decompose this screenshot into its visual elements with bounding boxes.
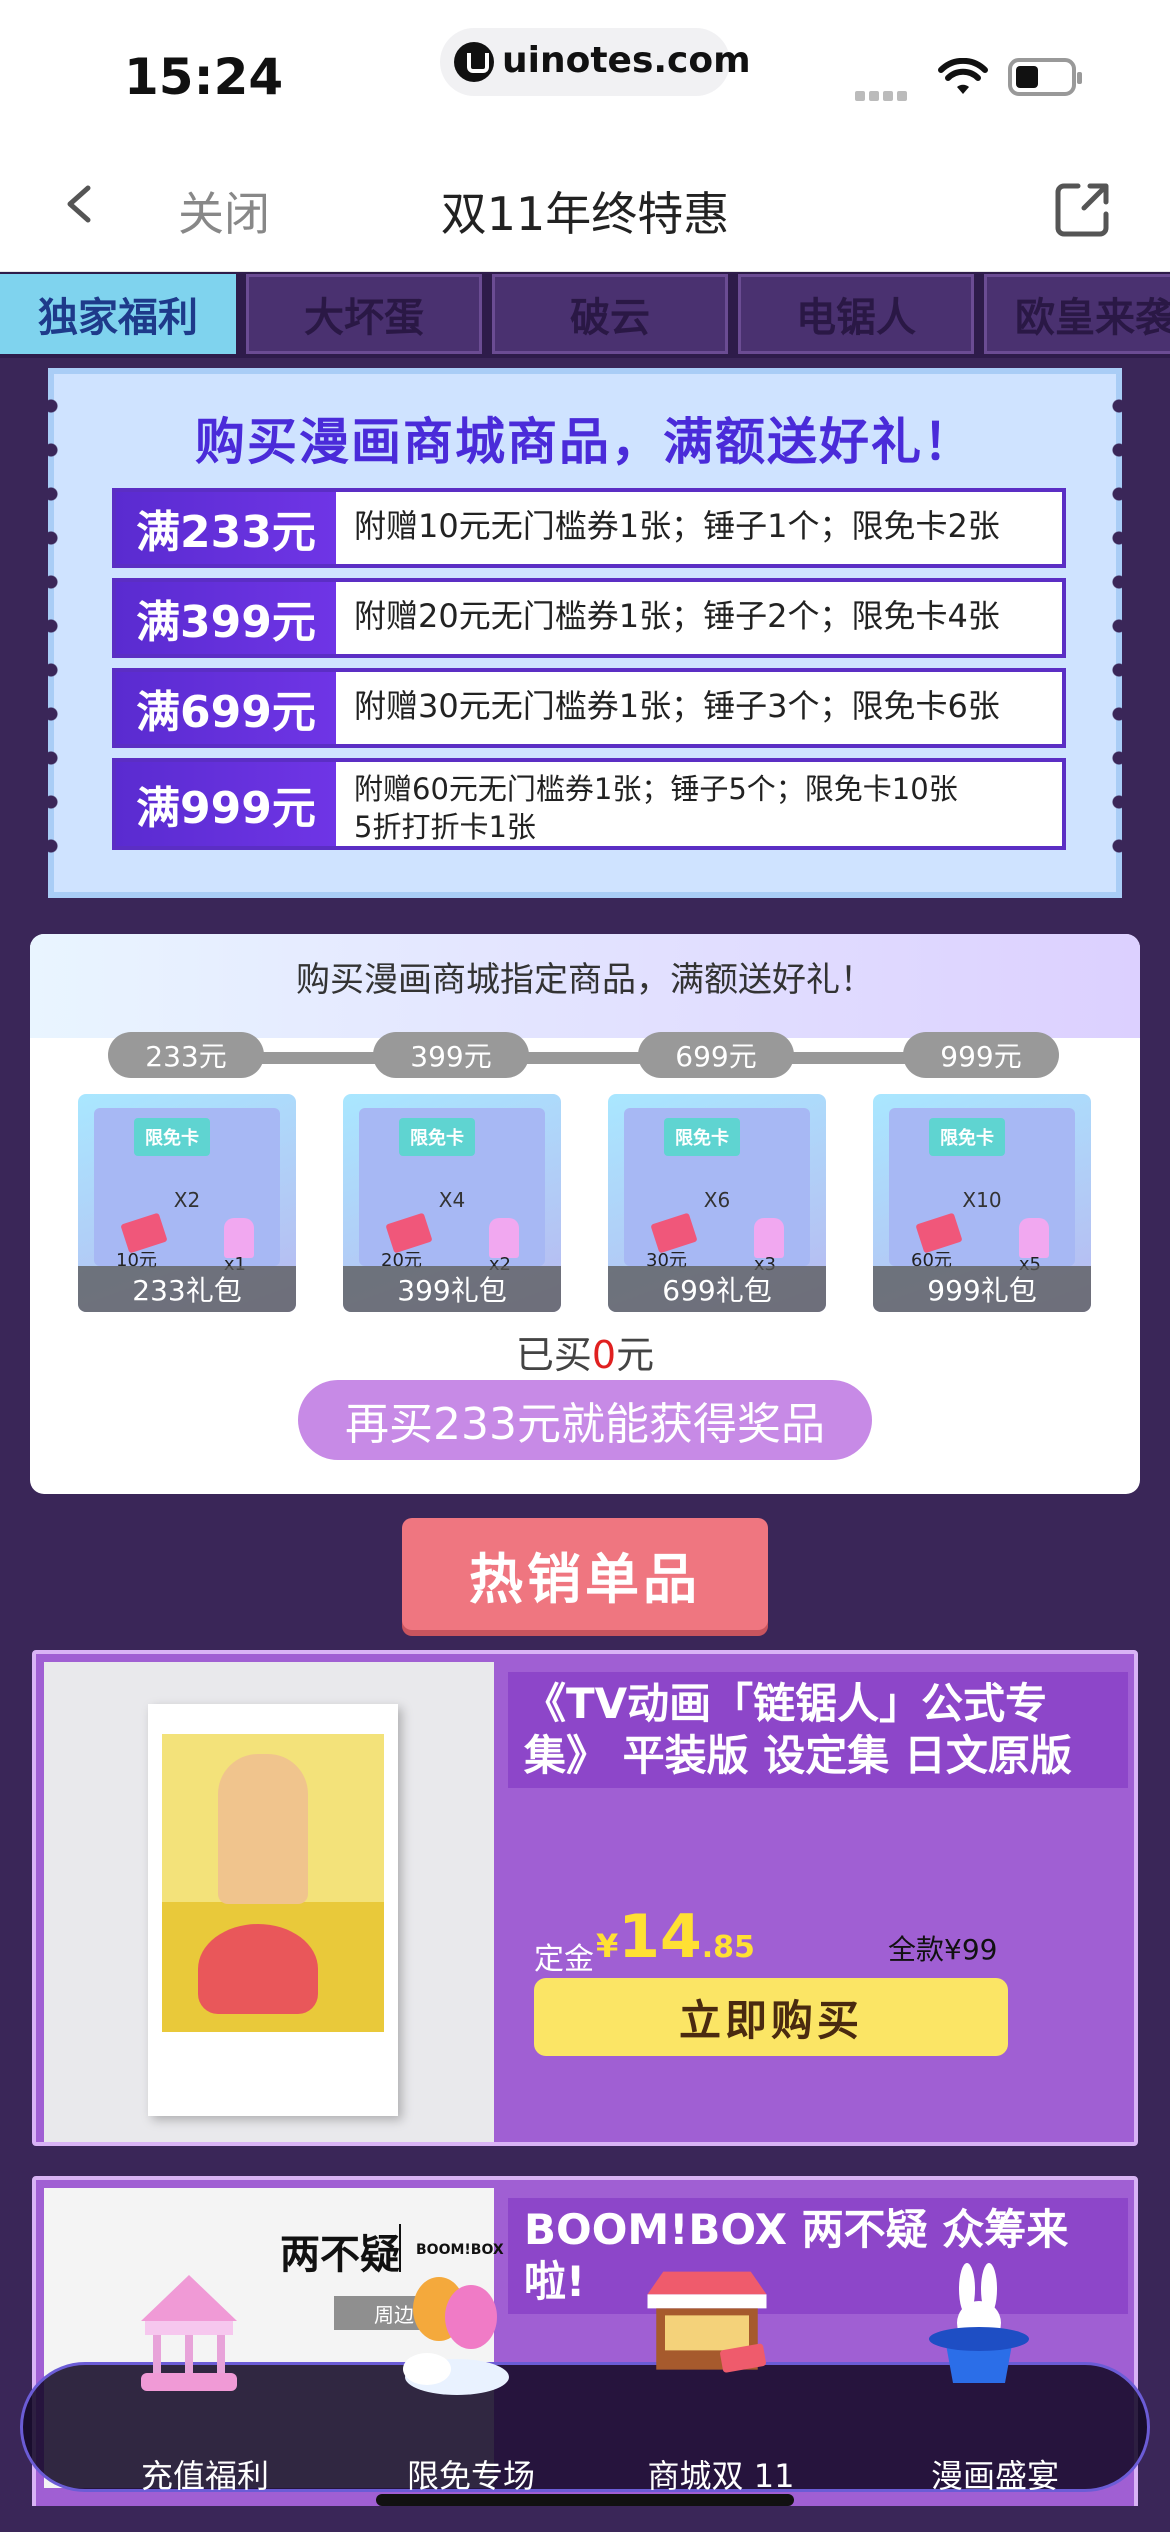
tier-row: 满399元 附赠20元无门槛券1张；锤子2个；限免卡4张	[112, 578, 1066, 658]
tier-text: 附赠60元无门槛券1张；锤子5个；限免卡10张 5折打折卡1张	[354, 770, 1052, 846]
chainsaw-dog-figure	[198, 1924, 318, 2014]
deposit-label: 定金	[534, 1942, 594, 1977]
bottom-tab-free-zone[interactable]: 限免专场	[351, 2451, 591, 2497]
magic-hat-icon[interactable]	[909, 2259, 1049, 2399]
price-decimal: .85	[701, 1930, 755, 1965]
pack-image: 限免卡 X10	[889, 1108, 1075, 1266]
product-image[interactable]	[44, 1662, 494, 2142]
character-figure	[218, 1754, 308, 1904]
tier-text: 附赠10元无门槛券1张；锤子1个；限免卡2张	[354, 507, 1000, 545]
free-card-icon: 限免卡	[399, 1118, 475, 1156]
hammer-icon	[224, 1218, 254, 1258]
bought-suffix: 元	[616, 1333, 655, 1377]
pack-label: 699礼包	[608, 1266, 826, 1312]
carousel-icon[interactable]	[119, 2265, 259, 2405]
nav-bar: 关闭 双11年终特惠	[0, 140, 1170, 272]
page-title: 双11年终特惠	[440, 187, 730, 241]
progress-line	[170, 1052, 1000, 1064]
bought-prefix: 已买	[515, 1333, 592, 1377]
shop-stall-icon[interactable]	[637, 2255, 777, 2395]
free-card-icon: 限免卡	[929, 1118, 1005, 1156]
tier-row: 满999元 附赠60元无门槛券1张；锤子5个；限免卡10张 5折打折卡1张	[112, 758, 1066, 850]
gift-title: 购买漫画商城指定商品，满额送好礼！	[296, 960, 874, 1000]
product-title[interactable]: 《TV动画「链锯人」公式专集》 平装版 设定集 日文原版	[508, 1672, 1128, 1788]
buy-now-button[interactable]: 立即购买	[534, 1978, 1008, 2056]
full-price: 全款¥99	[888, 1933, 998, 1966]
pack-label: 233礼包	[78, 1266, 296, 1312]
bottom-tab-bar: 充值福利 限免专场 商城双 11 漫画盛宴	[20, 2263, 1150, 2495]
tier-amount: 满699元	[116, 672, 336, 744]
hammer-icon	[754, 1218, 784, 1258]
category-tabs: 独家福利 大坏蛋 破云 电锯人 欧皇来袭	[0, 272, 1170, 358]
boombox-logo: BOOM!BOX	[416, 2242, 504, 2258]
brand-logo: 两不疑	[280, 2232, 400, 2278]
wifi-icon	[938, 58, 988, 94]
tier-text: 附赠30元无门槛券1张；锤子3个；限免卡6张	[354, 687, 1000, 725]
pack-multiplier: X6	[703, 1188, 731, 1212]
tier-amount: 满399元	[116, 582, 336, 654]
level-pill: 399元	[373, 1032, 529, 1078]
hammer-icon	[1019, 1218, 1049, 1258]
tier-amount: 满999元	[116, 762, 336, 846]
home-indicator	[376, 2494, 794, 2506]
price-currency: ¥	[596, 1927, 619, 1965]
pack-label: 399礼包	[343, 1266, 561, 1312]
tier-text-line: 附赠60元无门槛券1张；锤子5个；限免卡10张	[354, 772, 958, 806]
pack-image: 限免卡 X4	[359, 1108, 545, 1266]
tab-chainsaw-man[interactable]: 电锯人	[738, 274, 974, 354]
share-icon[interactable]	[1054, 180, 1112, 238]
deposit-price: ¥14.85	[596, 1902, 755, 1972]
gift-progress-card: 购买漫画商城指定商品，满额送好礼！ 233元 399元 699元 999元 限免…	[30, 934, 1140, 1494]
pack-multiplier: X4	[438, 1188, 466, 1212]
bottom-tab-mall-double-11[interactable]: 商城双 11	[601, 2451, 841, 2497]
gift-pack[interactable]: 限免卡 X10 60元 x5 999礼包	[873, 1094, 1091, 1312]
bought-amount: 已买0元	[30, 1324, 1140, 1379]
bottom-tab-recharge[interactable]: 充值福利	[85, 2451, 325, 2497]
tab-po-yun[interactable]: 破云	[492, 274, 728, 354]
free-card-icon: 限免卡	[134, 1118, 210, 1156]
gift-pack[interactable]: 限免卡 X6 30元 x3 699礼包	[608, 1094, 826, 1312]
free-card-icon: 限免卡	[664, 1118, 740, 1156]
pack-image: 限免卡 X2	[94, 1108, 280, 1266]
remaining-amount-pill[interactable]: 再买233元就能获得奖品	[298, 1380, 872, 1460]
balloon-icon[interactable]	[387, 2265, 527, 2405]
tab-big-bad-egg[interactable]: 大坏蛋	[246, 274, 482, 354]
status-bar: 15:24 uinotes.com	[0, 0, 1170, 140]
bottom-tab-comic-feast[interactable]: 漫画盛宴	[875, 2451, 1115, 2497]
product-card[interactable]: 《TV动画「链锯人」公式专集》 平装版 设定集 日文原版 定金 ¥14.85 全…	[32, 1650, 1138, 2146]
signal-icon	[855, 86, 915, 101]
hot-items-banner: 热销单品	[402, 1518, 768, 1630]
tier-row: 满233元 附赠10元无门槛券1张；锤子1个；限免卡2张	[112, 488, 1066, 568]
tier-text: 附赠20元无门槛券1张；锤子2个；限免卡4张	[354, 597, 1000, 635]
bought-value: 0	[591, 1333, 617, 1377]
hammer-icon	[489, 1218, 519, 1258]
promo-title: 购买漫画商城商品，满额送好礼！	[195, 413, 975, 471]
gift-header: 购买漫画商城指定商品，满额送好礼！	[30, 934, 1140, 1038]
gift-pack[interactable]: 限免卡 X4 20元 x2 399礼包	[343, 1094, 561, 1312]
tab-lucky-draw[interactable]: 欧皇来袭	[984, 274, 1170, 354]
tab-exclusive-benefits[interactable]: 独家福利	[0, 274, 236, 354]
tier-text-line: 5折打折卡1张	[354, 810, 536, 844]
battery-icon	[1008, 58, 1082, 96]
pack-label: 999礼包	[873, 1266, 1091, 1312]
tier-row: 满699元 附赠30元无门槛券1张；锤子3个；限免卡6张	[112, 668, 1066, 748]
level-pill: 233元	[108, 1032, 264, 1078]
artbook-cover	[148, 1704, 398, 2116]
level-pill: 699元	[638, 1032, 794, 1078]
gift-pack[interactable]: 限免卡 X2 10元 x1 233礼包	[78, 1094, 296, 1312]
level-pill: 999元	[903, 1032, 1059, 1078]
pack-image: 限免卡 X6	[624, 1108, 810, 1266]
url-text: uinotes.com	[502, 40, 751, 81]
status-time: 15:24	[124, 48, 284, 106]
price-integer: 14	[618, 1902, 702, 1972]
tier-amount: 满233元	[116, 492, 336, 564]
url-pill[interactable]: uinotes.com	[440, 28, 751, 96]
lock-icon	[454, 42, 494, 82]
pack-multiplier: X2	[173, 1188, 201, 1212]
promo-ticket: 购买漫画商城商品，满额送好礼！ 满233元 附赠10元无门槛券1张；锤子1个；限…	[42, 368, 1128, 898]
pack-multiplier: X10	[962, 1188, 1002, 1212]
